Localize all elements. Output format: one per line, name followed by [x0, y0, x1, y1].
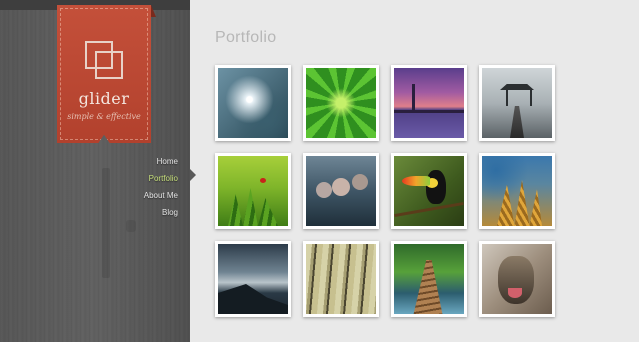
nav-item-about-me[interactable]: About Me: [144, 187, 178, 204]
wood-knot: [126, 220, 136, 232]
portfolio-thumb-green-leaves[interactable]: [303, 65, 379, 141]
brand-name: glider: [78, 89, 130, 108]
nav-item-portfolio[interactable]: Portfolio: [144, 170, 178, 187]
portfolio-thumb-wheat[interactable]: [479, 153, 555, 229]
portfolio-thumb-bridge-sunset[interactable]: [391, 65, 467, 141]
portfolio-thumb-wooden-path[interactable]: [391, 241, 467, 317]
portfolio-thumb-pier-gazebo[interactable]: [479, 65, 555, 141]
portfolio-thumb-stormy-coast[interactable]: [215, 241, 291, 317]
logo-icon-overlap: [95, 51, 123, 79]
portfolio-thumb-dandelion[interactable]: [215, 65, 291, 141]
portfolio-thumb-wolf[interactable]: [479, 241, 555, 317]
portfolio-thumb-toucan[interactable]: [391, 153, 467, 229]
nav-item-blog[interactable]: Blog: [144, 204, 178, 221]
main-nav: Home Portfolio About Me Blog: [144, 153, 178, 221]
portfolio-thumb-snow-monkeys[interactable]: [303, 153, 379, 229]
brand-badge[interactable]: glider simple & effective: [57, 5, 151, 143]
active-nav-pointer-icon: [190, 169, 196, 181]
portfolio-thumb-bamboo[interactable]: [303, 241, 379, 317]
wood-grain: [102, 168, 110, 278]
brand-tagline: simple & effective: [67, 112, 141, 121]
nav-item-home[interactable]: Home: [144, 153, 178, 170]
page-title: Portfolio: [215, 29, 277, 46]
portfolio-thumb-ladybug-grass[interactable]: [215, 153, 291, 229]
